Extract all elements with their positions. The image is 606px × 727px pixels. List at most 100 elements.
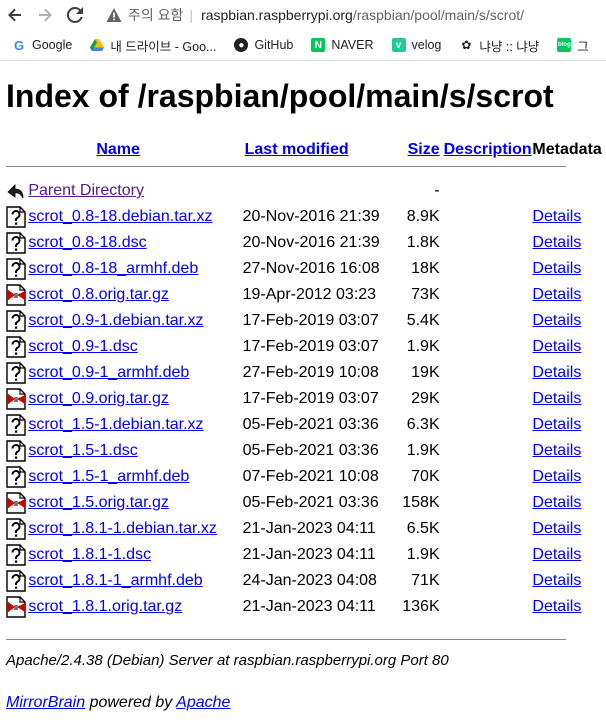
file-name-cell: scrot_1.8.1-1.debian.tar.xz [28,516,242,542]
description-cell [444,256,533,282]
forward-button[interactable] [30,0,60,30]
file-link[interactable]: scrot_1.8.1-1_armhf.deb [28,572,202,589]
table-row: scrot_1.8.1-1.dsc 21-Jan-2023 04:11 1.9K De… [6,542,606,568]
file-link[interactable]: scrot_0.9-1.debian.tar.xz [28,312,203,329]
metadata-cell: Details [532,516,606,542]
parent-desc-cell [444,178,533,204]
header-last-modified: Last modified [243,134,398,166]
size-cell: 158K [402,494,440,511]
bookmark-label: 그 [577,39,589,54]
metadata-cell: Details [532,282,606,308]
description-cell [444,308,533,334]
bookmark-google[interactable]: G Google [12,37,72,53]
file-link[interactable]: scrot_1.8.1.orig.tar.gz [28,598,182,615]
metadata-cell: Details [532,594,606,620]
url-path: /raspbian/pool/main/s/scrot/ [352,7,525,23]
description-cell [444,438,533,464]
metadata-cell: Details [532,412,606,438]
file-link[interactable]: scrot_1.5-1_armhf.deb [28,468,189,485]
details-link[interactable]: Details [532,546,581,563]
file-link[interactable]: scrot_0.8.orig.tar.gz [28,286,169,303]
table-row: scrot_1.8.1-1_armhf.deb 24-Jan-2023 04:08… [6,568,606,594]
parent-directory-link[interactable]: Parent Directory [28,182,144,199]
size-cell: 18K [411,260,440,277]
compressed-file-icon [6,490,28,516]
file-link[interactable]: scrot_0.9-1_armhf.deb [28,364,189,381]
file-name-cell: scrot_1.8.1-1.dsc [28,542,242,568]
details-link[interactable]: Details [532,260,581,277]
parent-directory-row: Parent Directory - [6,178,606,204]
details-link[interactable]: Details [532,494,581,511]
drive-icon [90,38,105,52]
apache-link[interactable]: Apache [176,694,230,711]
sort-by-description-link[interactable]: Description [444,141,532,158]
reload-button[interactable] [60,0,90,30]
table-row: scrot_0.9.orig.tar.gz 17-Feb-2019 03:07 29… [6,386,606,412]
metadata-cell: Details [532,256,606,282]
table-row: scrot_0.9-1_armhf.deb 27-Feb-2019 10:08 19… [6,360,606,386]
header-description: Description [444,134,533,166]
unknown-file-icon [6,360,28,386]
bookmarks-bar: G Google 내 드라이브 - Goo... ● GitHub N NAVE… [0,30,606,61]
last-modified-cell: 24-Jan-2023 04:08 [242,572,377,589]
details-link[interactable]: Details [532,442,581,459]
bookmark-blog[interactable]: blog 그 [557,36,589,55]
details-link[interactable]: Details [532,598,581,615]
address-bar[interactable]: 주의 요함 | raspbian.raspberrypi.org/raspbia… [106,3,606,27]
sort-by-last-modified-link[interactable]: Last modified [245,141,349,158]
details-link[interactable]: Details [532,286,581,303]
sort-by-name-link[interactable]: Name [96,141,140,158]
unknown-file-icon [6,464,28,490]
file-name-cell: scrot_1.5-1_armhf.deb [28,464,242,490]
header-name: Name [28,134,242,166]
file-link[interactable]: scrot_1.8.1-1.debian.tar.xz [28,520,217,537]
bookmark-drive[interactable]: 내 드라이브 - Goo... [90,36,216,55]
mirrorbrain-link[interactable]: MirrorBrain [6,694,85,711]
details-link[interactable]: Details [532,208,581,225]
details-link[interactable]: Details [532,338,581,355]
file-link[interactable]: scrot_0.8-18.debian.tar.xz [28,208,212,225]
server-signature: Apache/2.4.38 (Debian) Server at raspbia… [6,652,449,669]
metadata-cell: Details [532,490,606,516]
sort-by-size-link[interactable]: Size [408,141,440,158]
bookmark-naver[interactable]: N NAVER [311,38,374,52]
header-divider-row [6,166,606,178]
details-link[interactable]: Details [532,468,581,485]
google-icon: G [13,37,25,53]
details-link[interactable]: Details [532,390,581,407]
file-link[interactable]: scrot_1.5-1.debian.tar.xz [28,416,203,433]
file-link[interactable]: scrot_1.5-1.dsc [28,442,137,459]
last-modified-cell: 19-Apr-2012 03:23 [242,286,377,303]
table-row: scrot_0.8-18_armhf.deb 27-Nov-2016 16:08 1… [6,256,606,282]
details-link[interactable]: Details [532,416,581,433]
bookmark-github[interactable]: ● GitHub [234,38,293,52]
back-button[interactable] [0,0,30,30]
table-row: scrot_1.5-1_armhf.deb 07-Feb-2021 10:08 70… [6,464,606,490]
unknown-file-icon [6,334,28,360]
details-link[interactable]: Details [532,520,581,537]
table-row: scrot_1.5.orig.tar.gz 05-Feb-2021 03:36 15… [6,490,606,516]
naver-icon: N [311,38,326,52]
file-link[interactable]: scrot_0.9.orig.tar.gz [28,390,169,407]
file-link[interactable]: scrot_0.8-18_armhf.deb [28,260,198,277]
bookmark-velog[interactable]: v velog [391,38,441,52]
details-link[interactable]: Details [532,234,581,251]
file-link[interactable]: scrot_1.5.orig.tar.gz [28,494,169,511]
compressed-file-icon [6,282,28,308]
file-link[interactable]: scrot_1.8.1-1.dsc [28,546,151,563]
details-link[interactable]: Details [532,364,581,381]
file-link[interactable]: scrot_0.8-18.dsc [28,234,146,251]
file-link[interactable]: scrot_0.9-1.dsc [28,338,137,355]
file-name-cell: scrot_1.8.1.orig.tar.gz [28,594,242,620]
metadata-cell: Details [532,308,606,334]
details-link[interactable]: Details [532,312,581,329]
description-cell [444,334,533,360]
warning-icon [106,7,122,23]
security-label[interactable]: 주의 요함 [128,5,183,25]
last-modified-cell: 21-Jan-2023 04:11 [242,598,376,615]
last-modified-cell: 20-Nov-2016 21:39 [242,208,380,225]
description-cell [444,542,533,568]
details-link[interactable]: Details [532,572,581,589]
bookmark-nyanyang[interactable]: ✿ 냐냥 :: 냐냥 [459,36,539,55]
size-cell: 6.5K [406,520,440,537]
